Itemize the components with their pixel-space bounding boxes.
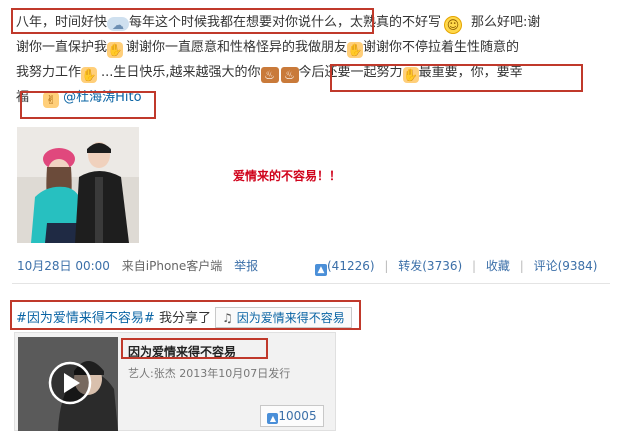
highlight-box [10,300,361,330]
separator: | [471,259,477,273]
post-meta-left: 10月28日 00:00 来自iPhone客户端 举报 [17,257,258,274]
separator: | [519,259,524,273]
post-photo[interactable] [17,127,139,243]
like-button[interactable]: ▲ (41226) [315,259,378,276]
music-like-count: 10005 [278,409,317,423]
post-text-part: ...生日快乐,越来越强大的你 [101,65,261,80]
post-line-2: 谢你一直保护我✋ 谢谢你一直愿意和性格怪异的我做朋友✋谢谢你不停拉着生性随意的 [16,35,616,60]
highlight-box [11,8,374,34]
post-text-part: 谢谢你不停拉着生性随意的 [363,40,520,55]
music-like-button[interactable]: ▲ 10005 [260,405,324,427]
separator: | [384,259,389,273]
favorite-button[interactable]: 收藏 [486,259,510,273]
repost-button[interactable]: 转发(3736) [398,259,462,273]
post-text-part: 那么好吧:谢 [471,15,541,30]
divider [12,283,610,284]
highlight-box [20,91,156,119]
post-source-link[interactable]: 来自iPhone客户端 [122,259,223,273]
photo-caption: 爱情来的不容易！！ [233,169,342,183]
thumb-emoji-icon: ✋ [347,42,364,58]
couple-photo-image [17,127,139,243]
comment-button[interactable]: 评论(9384) [534,259,598,273]
grin-emoji-icon: ☺ [444,16,463,34]
highlight-box [330,64,583,92]
music-card-subtitle: 艺人:张杰 2013年10月07日发行 [128,367,291,380]
thumb-emoji-icon: ✋ [107,42,124,58]
thumbs-up-icon: ▲ [315,264,327,276]
like-count: (41226) [327,259,375,273]
fist-emoji-icon: ✋ [81,67,98,83]
post-text-part: 我努力工作 [16,65,82,80]
report-link[interactable]: 举报 [234,259,258,273]
post-actions: ▲ (41226) | 转发(3736) | 收藏 | 评论(9384) [315,257,597,276]
post-time-link[interactable]: 10月28日 00:00 [17,259,110,273]
thumbs-up-icon: ▲ [267,413,279,424]
highlight-box [121,338,268,359]
post-text-part: 谢你一直保护我 [16,40,108,55]
cake-emoji-icon: ♨ [260,67,279,83]
album-art-image [18,337,118,431]
post-text-part: 谢谢你一直愿意和性格怪异的我做朋友 [126,40,348,55]
cake-emoji-icon: ♨ [280,67,299,83]
album-cover[interactable] [18,337,118,431]
